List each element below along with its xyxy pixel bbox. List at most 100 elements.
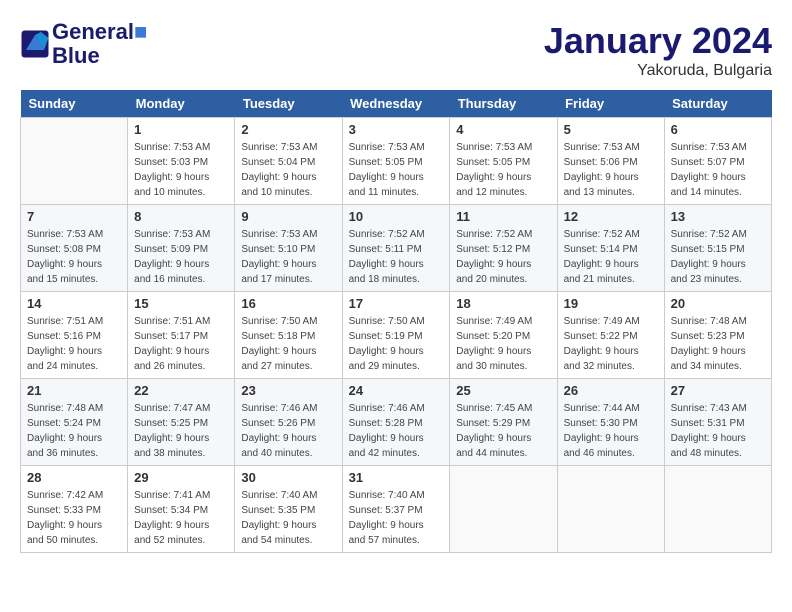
day-info: Sunrise: 7:53 AMSunset: 5:09 PMDaylight:… xyxy=(134,227,228,287)
day-number: 26 xyxy=(564,383,658,398)
day-info: Sunrise: 7:49 AMSunset: 5:20 PMDaylight:… xyxy=(456,314,550,374)
calendar-cell: 23 Sunrise: 7:46 AMSunset: 5:26 PMDayligh… xyxy=(235,379,342,466)
day-number: 28 xyxy=(27,470,121,485)
calendar-cell: 7Sunrise: 7:53 AMSunset: 5:08 PMDaylight… xyxy=(21,205,128,292)
calendar-cell: 1Sunrise: 7:53 AMSunset: 5:03 PMDaylight… xyxy=(128,118,235,205)
calendar-cell: 5Sunrise: 7:53 AMSunset: 5:06 PMDaylight… xyxy=(557,118,664,205)
weekday-header-cell: Saturday xyxy=(664,90,771,118)
calendar-cell: 13 Sunrise: 7:52 AMSunset: 5:15 PMDayligh… xyxy=(664,205,771,292)
day-number: 13 xyxy=(671,209,765,224)
day-number: 21 xyxy=(27,383,121,398)
day-number: 31 xyxy=(349,470,444,485)
page-header: General■ Blue January 2024 Yakoruda, Bul… xyxy=(20,20,772,80)
calendar-cell: 28 Sunrise: 7:42 AMSunset: 5:33 PMDayligh… xyxy=(21,466,128,553)
logo: General■ Blue xyxy=(20,20,147,68)
month-year-title: January 2024 xyxy=(544,20,772,62)
day-info: Sunrise: 7:53 AMSunset: 5:07 PMDaylight:… xyxy=(671,140,765,200)
day-info: Sunrise: 7:52 AMSunset: 5:11 PMDaylight:… xyxy=(349,227,444,287)
day-info: Sunrise: 7:53 AMSunset: 5:04 PMDaylight:… xyxy=(241,140,335,200)
day-info: Sunrise: 7:50 AMSunset: 5:18 PMDaylight:… xyxy=(241,314,335,374)
weekday-header-cell: Friday xyxy=(557,90,664,118)
day-info: Sunrise: 7:40 AMSunset: 5:35 PMDaylight:… xyxy=(241,488,335,548)
calendar-body: 1Sunrise: 7:53 AMSunset: 5:03 PMDaylight… xyxy=(21,118,772,553)
calendar-cell: 3 Sunrise: 7:53 AMSunset: 5:05 PMDaylight… xyxy=(342,118,450,205)
day-info: Sunrise: 7:40 AMSunset: 5:37 PMDaylight:… xyxy=(349,488,444,548)
weekday-header-row: SundayMondayTuesdayWednesdayThursdayFrid… xyxy=(21,90,772,118)
day-number: 29 xyxy=(134,470,228,485)
day-number: 17 xyxy=(349,296,444,311)
day-number: 27 xyxy=(671,383,765,398)
day-number: 19 xyxy=(564,296,658,311)
day-number: 9 xyxy=(241,209,335,224)
day-info: Sunrise: 7:51 AMSunset: 5:17 PMDaylight:… xyxy=(134,314,228,374)
day-number: 4 xyxy=(456,122,550,137)
calendar-cell: 8 Sunrise: 7:53 AMSunset: 5:09 PMDaylight… xyxy=(128,205,235,292)
day-info: Sunrise: 7:43 AMSunset: 5:31 PMDaylight:… xyxy=(671,401,765,461)
calendar-cell: 17 Sunrise: 7:50 AMSunset: 5:19 PMDayligh… xyxy=(342,292,450,379)
day-info: Sunrise: 7:52 AMSunset: 5:12 PMDaylight:… xyxy=(456,227,550,287)
calendar-cell: 2 Sunrise: 7:53 AMSunset: 5:04 PMDaylight… xyxy=(235,118,342,205)
day-number: 22 xyxy=(134,383,228,398)
calendar-cell xyxy=(21,118,128,205)
calendar-cell: 4 Sunrise: 7:53 AMSunset: 5:05 PMDaylight… xyxy=(450,118,557,205)
calendar-cell: 14 Sunrise: 7:51 AMSunset: 5:16 PMDayligh… xyxy=(21,292,128,379)
logo-text: General■ Blue xyxy=(52,20,147,68)
day-info: Sunrise: 7:53 AMSunset: 5:06 PMDaylight:… xyxy=(564,140,658,200)
calendar-cell: 9 Sunrise: 7:53 AMSunset: 5:10 PMDaylight… xyxy=(235,205,342,292)
day-info: Sunrise: 7:48 AMSunset: 5:23 PMDaylight:… xyxy=(671,314,765,374)
calendar-cell: 29 Sunrise: 7:41 AMSunset: 5:34 PMDayligh… xyxy=(128,466,235,553)
calendar-cell: 24Sunrise: 7:46 AMSunset: 5:28 PMDayligh… xyxy=(342,379,450,466)
calendar-row: 21 Sunrise: 7:48 AMSunset: 5:24 PMDayligh… xyxy=(21,379,772,466)
day-info: Sunrise: 7:50 AMSunset: 5:19 PMDaylight:… xyxy=(349,314,444,374)
day-info: Sunrise: 7:44 AMSunset: 5:30 PMDaylight:… xyxy=(564,401,658,461)
location-subtitle: Yakoruda, Bulgaria xyxy=(544,62,772,80)
calendar-cell: 26 Sunrise: 7:44 AMSunset: 5:30 PMDayligh… xyxy=(557,379,664,466)
day-number: 8 xyxy=(134,209,228,224)
day-number: 6 xyxy=(671,122,765,137)
day-number: 16 xyxy=(241,296,335,311)
calendar-row: 28 Sunrise: 7:42 AMSunset: 5:33 PMDayligh… xyxy=(21,466,772,553)
day-info: Sunrise: 7:52 AMSunset: 5:15 PMDaylight:… xyxy=(671,227,765,287)
day-number: 25 xyxy=(456,383,550,398)
calendar-cell: 12Sunrise: 7:52 AMSunset: 5:14 PMDayligh… xyxy=(557,205,664,292)
calendar-cell xyxy=(450,466,557,553)
day-info: Sunrise: 7:42 AMSunset: 5:33 PMDaylight:… xyxy=(27,488,121,548)
calendar-cell: 21 Sunrise: 7:48 AMSunset: 5:24 PMDayligh… xyxy=(21,379,128,466)
day-number: 14 xyxy=(27,296,121,311)
day-number: 12 xyxy=(564,209,658,224)
calendar-table: SundayMondayTuesdayWednesdayThursdayFrid… xyxy=(20,90,772,553)
weekday-header-cell: Wednesday xyxy=(342,90,450,118)
day-number: 11 xyxy=(456,209,550,224)
day-number: 2 xyxy=(241,122,335,137)
day-number: 30 xyxy=(241,470,335,485)
calendar-cell: 22Sunrise: 7:47 AMSunset: 5:25 PMDayligh… xyxy=(128,379,235,466)
calendar-cell: 16 Sunrise: 7:50 AMSunset: 5:18 PMDayligh… xyxy=(235,292,342,379)
day-number: 24 xyxy=(349,383,444,398)
day-number: 1 xyxy=(134,122,228,137)
calendar-cell xyxy=(664,466,771,553)
day-number: 3 xyxy=(349,122,444,137)
calendar-row: 1Sunrise: 7:53 AMSunset: 5:03 PMDaylight… xyxy=(21,118,772,205)
calendar-cell: 25Sunrise: 7:45 AMSunset: 5:29 PMDayligh… xyxy=(450,379,557,466)
calendar-cell: 27 Sunrise: 7:43 AMSunset: 5:31 PMDayligh… xyxy=(664,379,771,466)
day-info: Sunrise: 7:51 AMSunset: 5:16 PMDaylight:… xyxy=(27,314,121,374)
day-info: Sunrise: 7:53 AMSunset: 5:05 PMDaylight:… xyxy=(349,140,444,200)
day-info: Sunrise: 7:41 AMSunset: 5:34 PMDaylight:… xyxy=(134,488,228,548)
day-number: 10 xyxy=(349,209,444,224)
calendar-cell: 11 Sunrise: 7:52 AMSunset: 5:12 PMDayligh… xyxy=(450,205,557,292)
day-info: Sunrise: 7:48 AMSunset: 5:24 PMDaylight:… xyxy=(27,401,121,461)
day-number: 7 xyxy=(27,209,121,224)
calendar-cell: 10 Sunrise: 7:52 AMSunset: 5:11 PMDayligh… xyxy=(342,205,450,292)
day-number: 20 xyxy=(671,296,765,311)
calendar-cell xyxy=(557,466,664,553)
day-info: Sunrise: 7:53 AMSunset: 5:10 PMDaylight:… xyxy=(241,227,335,287)
weekday-header-cell: Tuesday xyxy=(235,90,342,118)
logo-icon xyxy=(20,29,50,59)
calendar-cell: 15 Sunrise: 7:51 AMSunset: 5:17 PMDayligh… xyxy=(128,292,235,379)
calendar-cell: 18Sunrise: 7:49 AMSunset: 5:20 PMDayligh… xyxy=(450,292,557,379)
day-info: Sunrise: 7:53 AMSunset: 5:05 PMDaylight:… xyxy=(456,140,550,200)
day-number: 15 xyxy=(134,296,228,311)
calendar-cell: 31 Sunrise: 7:40 AMSunset: 5:37 PMDayligh… xyxy=(342,466,450,553)
day-info: Sunrise: 7:46 AMSunset: 5:26 PMDaylight:… xyxy=(241,401,335,461)
day-number: 23 xyxy=(241,383,335,398)
